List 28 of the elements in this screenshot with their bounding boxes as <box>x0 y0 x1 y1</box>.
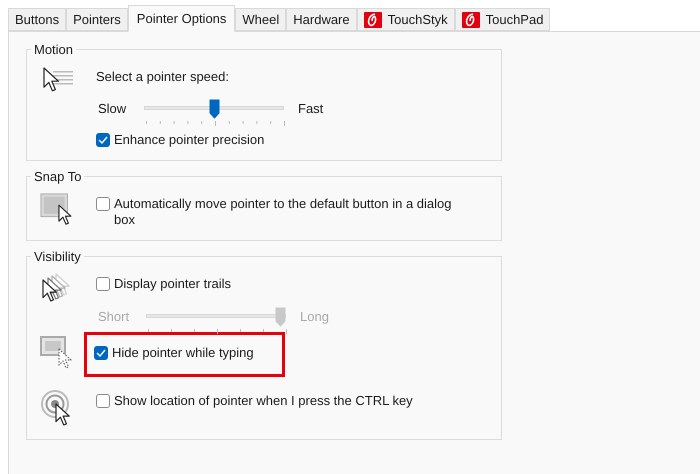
tab[interactable]: Pointers <box>66 8 128 31</box>
logo-icon <box>462 12 480 28</box>
speed-label: Select a pointer speed: <box>96 69 230 84</box>
logo-icon <box>364 12 382 28</box>
checkbox[interactable] <box>96 133 110 147</box>
checkbox-label: Automatically move pointer to the default button in a dialog box <box>114 196 452 228</box>
group-title: Motion <box>33 42 74 57</box>
checkbox-label: Show location of pointer when I press the CTRL key <box>114 393 413 409</box>
group-title: Visibility <box>33 249 82 264</box>
tab[interactable]: Wheel <box>235 8 286 31</box>
tab[interactable]: TouchPad <box>454 8 550 31</box>
slider-min-label: Short <box>98 308 130 324</box>
checkbox[interactable] <box>96 277 110 291</box>
tab[interactable]: Buttons <box>8 8 66 31</box>
slider-max-label: Long <box>300 308 330 324</box>
tab[interactable]: Pointer Options <box>128 5 236 32</box>
tab[interactable]: TouchStyk <box>356 8 455 31</box>
checkbox[interactable] <box>96 394 110 408</box>
checkbox[interactable] <box>94 346 108 360</box>
checkbox-label: Hide pointer while typing <box>112 345 254 361</box>
slider-max-label: Fast <box>298 100 324 116</box>
slider-thumb[interactable] <box>209 99 220 119</box>
slider-min-label: Slow <box>98 100 128 116</box>
checkbox-label: Enhance pointer precision <box>114 132 264 148</box>
checkbox-label: Display pointer trails <box>114 276 232 292</box>
checkbox[interactable] <box>96 197 110 211</box>
tab[interactable]: Hardware <box>286 8 357 31</box>
group-title: Snap To <box>33 169 82 184</box>
